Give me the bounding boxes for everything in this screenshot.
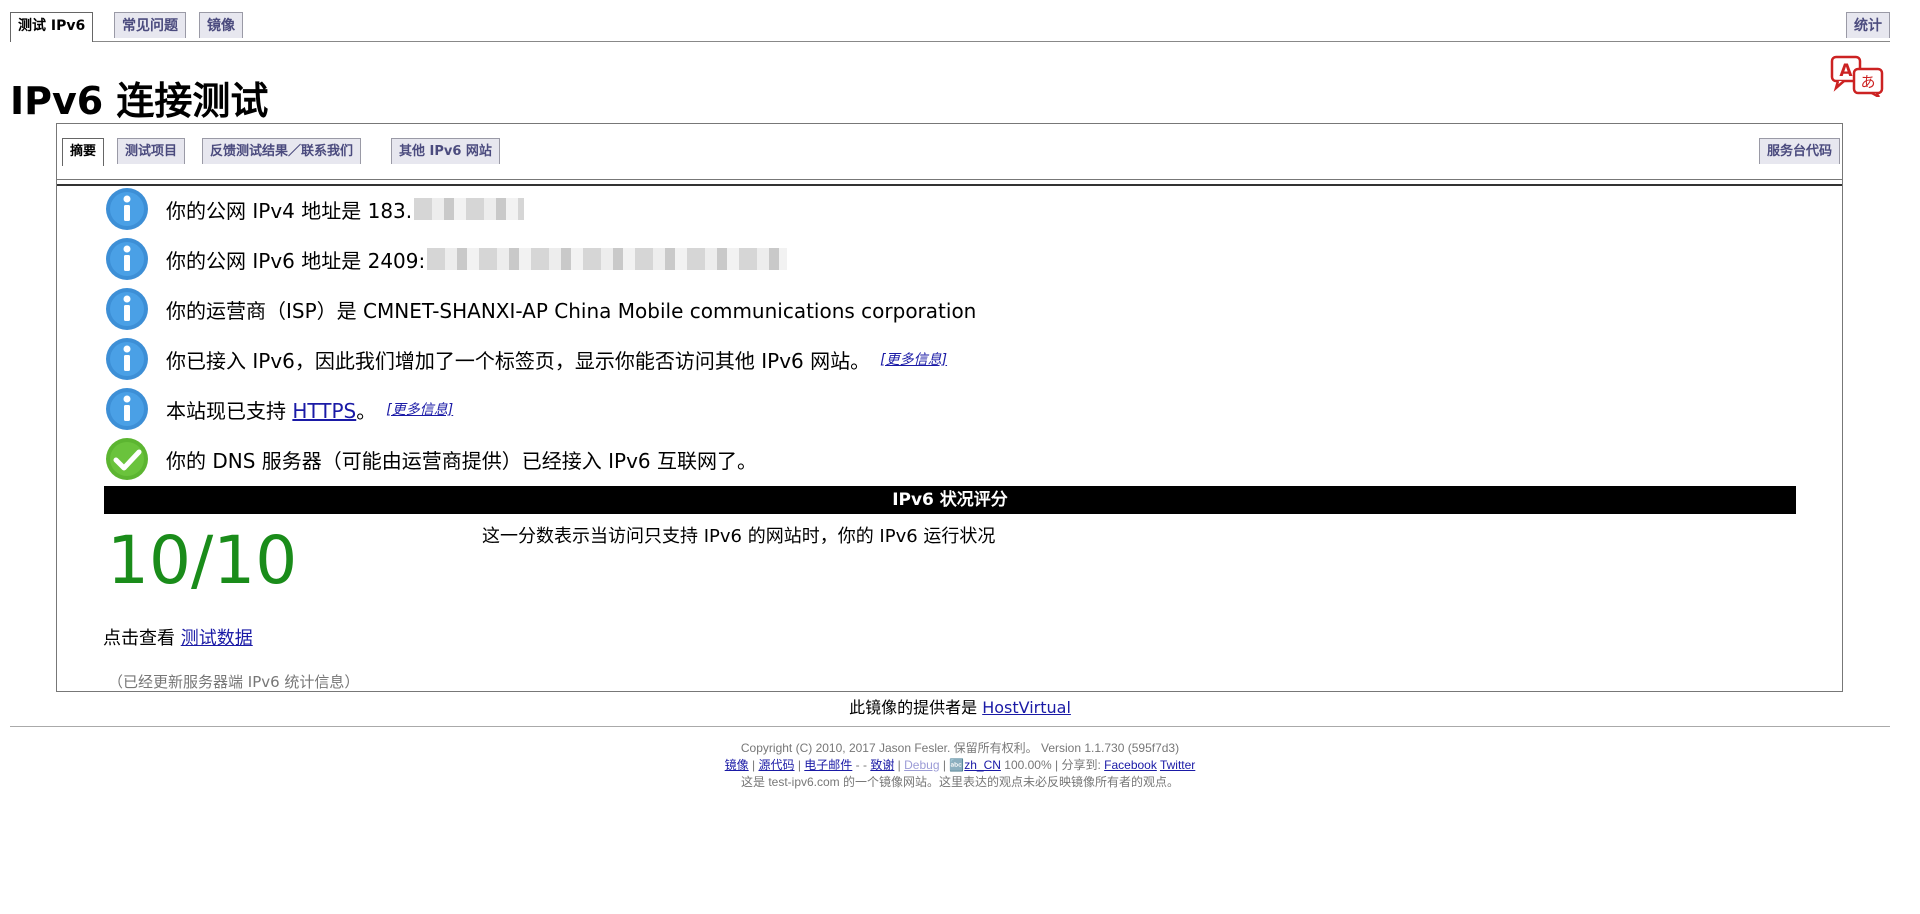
more-info-link-https[interactable]: [更多信息] <box>386 399 453 419</box>
tab-faq[interactable]: 常见问题 <box>114 12 186 38</box>
tab-test-ipv6[interactable]: 测试 IPv6 <box>10 12 94 42</box>
dns-message: 你的 DNS 服务器（可能由运营商提供）已经接入 IPv6 互联网了。 <box>105 436 757 482</box>
view-data-line: 点击查看 测试数据 <box>103 624 253 650</box>
tab-mirrors[interactable]: 镜像 <box>199 12 243 38</box>
footer-mirrors-link[interactable]: 镜像 <box>725 758 749 772</box>
ipv6-message: 你的公网 IPv6 地址是 2409: <box>105 236 788 282</box>
tab-tests[interactable]: 测试项目 <box>117 138 186 164</box>
checkmark-icon <box>106 438 148 480</box>
share-label: 分享到: <box>1061 758 1101 772</box>
footer-email-link[interactable]: 电子邮件 <box>804 758 852 772</box>
isp-message: 你的运营商（ISP）是 CMNET-SHANXI-AP China Mobile… <box>105 286 976 332</box>
score-value: 10/10 <box>107 522 298 599</box>
more-info-link[interactable]: [更多信息] <box>880 349 947 369</box>
view-data-prefix: 点击查看 <box>103 628 181 649</box>
translate-icon[interactable]: A あ <box>1830 55 1886 97</box>
tab-feedback[interactable]: 反馈测试结果／联系我们 <box>202 138 362 164</box>
provider-prefix: 此镜像的提供者是 <box>849 698 983 717</box>
ipv6-text: 你的公网 IPv6 地址是 2409: <box>166 248 426 273</box>
twitter-link[interactable]: Twitter <box>1160 758 1195 772</box>
score-header: IPv6 状况评分 <box>104 486 1796 514</box>
locale-link[interactable]: zh_CN <box>964 758 1001 772</box>
https-link[interactable]: HTTPS <box>292 399 356 423</box>
top-tab-bar: 测试 IPv6 常见问题 镜像 统计 <box>10 12 1890 42</box>
footer-source-link[interactable]: 源代码 <box>758 758 794 772</box>
https-suffix: 。 <box>356 398 377 423</box>
https-message: 本站现已支持 HTTPS。 [更多信息] <box>105 386 453 432</box>
ipv4-text: 你的公网 IPv4 地址是 183. <box>166 198 413 223</box>
provider-link[interactable]: HostVirtual <box>982 698 1071 717</box>
tab-other-ipv6-sites[interactable]: 其他 IPv6 网站 <box>391 138 500 164</box>
info-icon <box>106 288 148 330</box>
tab-summary[interactable]: 摘要 <box>62 138 105 166</box>
score-description: 这一分数表示当访问只支持 IPv6 的网站时，你的 IPv6 运行状况 <box>482 526 996 547</box>
mirror-note: 这是 test-ipv6.com 的一个镜像网站。这里表达的观点未必反映镜像所有… <box>740 775 1180 789</box>
svg-text:A: A <box>1839 61 1853 81</box>
tab-helpdesk-code[interactable]: 服务台代码 <box>1758 138 1840 164</box>
test-data-link[interactable]: 测试数据 <box>181 628 253 649</box>
https-text: 本站现已支持 HTTPS。 <box>166 395 376 424</box>
svg-text:あ: あ <box>1860 73 1875 91</box>
dns-text: 你的 DNS 服务器（可能由运营商提供）已经接入 IPv6 互联网了。 <box>166 448 758 473</box>
info-icon <box>106 238 148 280</box>
info-icon <box>106 188 148 230</box>
footer-links: 镜像 | 源代码 | 电子邮件 - - 致谢 | Debug | 🔤zh_CN … <box>724 758 1196 772</box>
ipv6-tab-text: 你已接入 IPv6，因此我们增加了一个标签页，显示你能否访问其他 IPv6 网站… <box>166 348 871 373</box>
ipv4-message: 你的公网 IPv4 地址是 183. <box>105 186 525 232</box>
info-icon <box>106 338 148 380</box>
mirror-provider: 此镜像的提供者是 HostVirtual <box>0 694 1920 718</box>
footer-thanks-link[interactable]: 致谢 <box>870 758 894 772</box>
update-note: （已经更新服务器端 IPv6 统计信息） <box>108 673 360 691</box>
ipv6-tab-message: 你已接入 IPv6，因此我们增加了一个标签页，显示你能否访问其他 IPv6 网站… <box>105 336 947 382</box>
locale-percent: 100.00% <box>1004 758 1052 772</box>
footer-divider <box>10 726 1890 727</box>
language-icon: 🔤 <box>949 758 965 772</box>
facebook-link[interactable]: Facebook <box>1104 758 1157 772</box>
page-title: IPv6 连接测试 <box>10 79 269 123</box>
redacted-ipv4 <box>414 198 525 220</box>
summary-panel: 摘要 测试项目 反馈测试结果／联系我们 其他 IPv6 网站 服务台代码 你的公… <box>56 123 1843 692</box>
https-prefix: 本站现已支持 <box>166 398 293 423</box>
inner-tab-bar: 摘要 测试项目 反馈测试结果／联系我们 其他 IPv6 网站 服务台代码 <box>57 138 1842 180</box>
redacted-ipv6 <box>427 248 788 270</box>
footer-debug-link[interactable]: Debug <box>904 758 939 772</box>
tab-stats[interactable]: 统计 <box>1846 12 1890 38</box>
isp-text: 你的运营商（ISP）是 CMNET-SHANXI-AP China Mobile… <box>166 298 977 323</box>
info-icon <box>106 388 148 430</box>
copyright: Copyright (C) 2010, 2017 Jason Fesler. 保… <box>740 741 1180 755</box>
footer: Copyright (C) 2010, 2017 Jason Fesler. 保… <box>0 740 1920 791</box>
